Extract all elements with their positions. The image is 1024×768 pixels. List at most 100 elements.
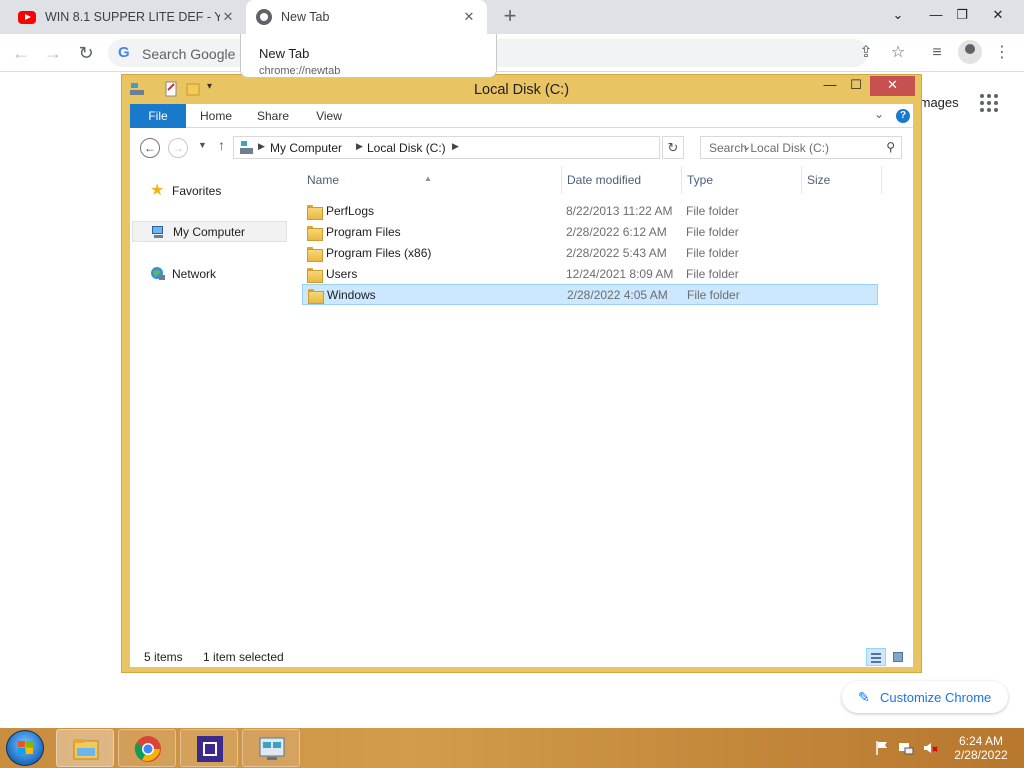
computer-icon: [152, 225, 163, 238]
up-button[interactable]: ↑: [218, 137, 225, 153]
recent-locations-dropdown-icon[interactable]: ▼: [198, 140, 207, 150]
refresh-button[interactable]: ↻: [662, 136, 684, 159]
tab-file[interactable]: File: [130, 104, 186, 128]
menu-dots-icon[interactable]: ⋮: [990, 41, 1014, 65]
file-explorer-window: ▾ Local Disk (C:) — ☐ ✕ File Home Share …: [121, 74, 922, 673]
taskbar-cpu-z[interactable]: [180, 729, 238, 767]
address-row: ← → ▼ ↑ ▶ My Computer ▶ Local Disk (C:) …: [130, 128, 913, 166]
chrome-icon: [256, 9, 272, 25]
taskbar-clock[interactable]: 6:24 AM 2/28/2022: [948, 734, 1014, 762]
file-type: File folder: [686, 204, 739, 218]
breadcrumb-separator-icon[interactable]: ▶: [356, 141, 363, 152]
explorer-title-bar[interactable]: ▾ Local Disk (C:) — ☐ ✕: [122, 75, 921, 104]
profile-avatar[interactable]: [958, 40, 982, 64]
hover-card-title: New Tab: [259, 46, 310, 61]
file-date: 8/22/2013 11:22 AM: [566, 204, 673, 218]
selection-count: 1 item selected: [203, 650, 284, 664]
file-type: File folder: [686, 267, 739, 281]
close-window-button[interactable]: ✕: [870, 76, 915, 96]
search-input[interactable]: Search Local Disk (C:) ⚲: [700, 136, 902, 159]
breadcrumb-separator-icon[interactable]: ▶: [258, 141, 265, 152]
file-name: Users: [326, 267, 358, 281]
file-list: ▲ Name Date modified Type Size PerfLogs …: [302, 166, 882, 636]
status-bar: 5 items 1 item selected: [130, 645, 913, 667]
file-name: Windows: [327, 288, 376, 302]
table-row[interactable]: Program Files (x86) 2/28/2022 5:43 AM Fi…: [302, 243, 878, 264]
share-icon[interactable]: ⇪: [854, 41, 878, 65]
tab-search-chevron-icon[interactable]: ⌄: [880, 0, 916, 32]
window-title: Local Disk (C:): [473, 82, 570, 98]
folder-icon: [307, 246, 323, 262]
clock-date: 2/28/2022: [954, 748, 1008, 762]
nav-item-network[interactable]: Network: [132, 263, 287, 284]
customize-chrome-button[interactable]: ✎ Customize Chrome: [842, 681, 1008, 713]
forward-button[interactable]: →: [168, 138, 188, 158]
search-icon: ⚲: [886, 140, 895, 154]
windows-flag-icon: [18, 741, 34, 755]
column-header-type[interactable]: Type: [682, 166, 802, 194]
taskbar-chrome[interactable]: [118, 729, 176, 767]
tab-title: WIN 8.1 SUPPER LITE DEF - YouTube: [45, 10, 220, 24]
start-button[interactable]: [6, 730, 44, 766]
file-explorer-icon: [73, 739, 99, 760]
table-row[interactable]: Users 12/24/2021 8:09 AM File folder: [302, 264, 878, 285]
youtube-icon: [18, 10, 36, 24]
close-tab-icon[interactable]: ✕: [220, 9, 236, 25]
maximize-button[interactable]: ☐: [844, 76, 868, 96]
table-row[interactable]: PerfLogs 8/22/2013 11:22 AM File folder: [302, 201, 878, 222]
tab-share[interactable]: Share: [250, 104, 296, 128]
google-icon: G: [118, 44, 130, 61]
network-icon: [151, 266, 165, 280]
close-window-button[interactable]: ✕: [980, 0, 1016, 32]
breadcrumb-separator-icon[interactable]: ▶: [452, 141, 459, 152]
hover-card-url: chrome://newtab: [259, 65, 341, 77]
file-date: 2/28/2022 6:12 AM: [566, 225, 667, 239]
breadcrumb-my-computer[interactable]: My Computer: [270, 141, 342, 155]
network-status-icon[interactable]: [898, 740, 914, 756]
file-name: Program Files: [326, 225, 401, 239]
close-tab-icon[interactable]: ✕: [461, 9, 477, 25]
tab-youtube[interactable]: WIN 8.1 SUPPER LITE DEF - YouTube ✕: [8, 0, 246, 34]
file-name: PerfLogs: [326, 204, 375, 218]
action-center-flag-icon[interactable]: [874, 740, 890, 756]
back-button[interactable]: ←: [140, 138, 160, 158]
forward-button[interactable]: →: [40, 40, 66, 66]
column-header-name[interactable]: ▲ Name: [302, 166, 562, 194]
nav-item-my-computer[interactable]: My Computer: [132, 221, 287, 242]
cpu-z-icon: [197, 736, 223, 762]
table-row-selected[interactable]: Windows 2/28/2022 4:05 AM File folder: [302, 284, 878, 305]
file-type: File folder: [687, 288, 740, 302]
media-queue-icon[interactable]: ≡: [925, 41, 949, 65]
back-button[interactable]: ←: [8, 40, 34, 66]
tab-home[interactable]: Home: [192, 104, 240, 128]
taskbar-file-explorer[interactable]: [56, 729, 114, 767]
nav-item-favorites[interactable]: ★ Favorites: [132, 180, 287, 201]
taskbar: 6:24 AM 2/28/2022: [0, 728, 1024, 768]
bookmark-star-icon[interactable]: ☆: [886, 41, 910, 65]
google-apps-icon[interactable]: [980, 94, 1000, 114]
expand-ribbon-chevron-icon[interactable]: ⌄: [874, 107, 884, 121]
images-link[interactable]: Images: [916, 95, 959, 110]
column-header-date-modified[interactable]: Date modified: [562, 166, 682, 194]
tab-new-tab[interactable]: New Tab ✕: [246, 0, 487, 34]
tab-hover-card: New Tab chrome://newtab: [240, 34, 497, 78]
star-icon: ★: [150, 181, 165, 199]
volume-muted-icon[interactable]: [922, 740, 938, 756]
taskbar-network-manager[interactable]: [242, 729, 300, 767]
column-header-size[interactable]: Size: [802, 166, 882, 194]
customize-label: Customize Chrome: [880, 689, 992, 705]
help-icon[interactable]: ?: [896, 109, 910, 123]
reload-button[interactable]: ↻: [73, 40, 99, 66]
minimize-button[interactable]: —: [818, 76, 842, 96]
address-bar[interactable]: ▶ My Computer ▶ Local Disk (C:) ▶ ⌄: [233, 136, 751, 159]
search-placeholder: Search Local Disk (C:): [709, 141, 830, 155]
large-icons-view-icon[interactable]: [888, 648, 908, 666]
nav-label: Network: [172, 266, 217, 281]
breadcrumb-local-disk[interactable]: Local Disk (C:): [367, 141, 446, 155]
tab-view[interactable]: View: [308, 104, 350, 128]
file-date: 2/28/2022 5:43 AM: [566, 246, 667, 260]
new-tab-button[interactable]: +: [498, 4, 522, 30]
details-view-icon[interactable]: [866, 648, 886, 666]
restore-button[interactable]: ❐: [944, 0, 980, 32]
table-row[interactable]: Program Files 2/28/2022 6:12 AM File fol…: [302, 222, 878, 243]
